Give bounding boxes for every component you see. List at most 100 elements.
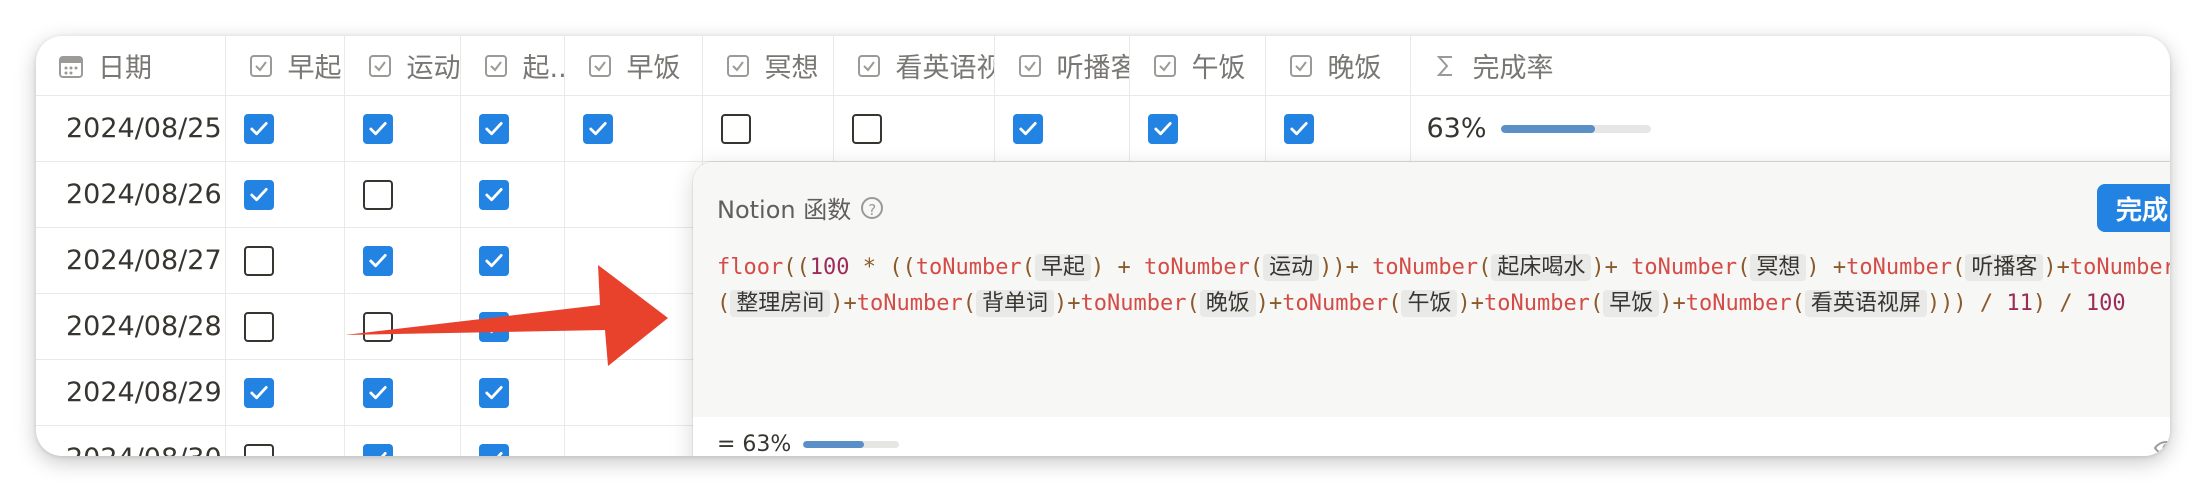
formula-token: ) + [1090,255,1144,280]
property-chip: 起床喝水 [1491,254,1592,281]
date-cell[interactable]: 2024/08/30 [36,425,226,456]
completion-progress-bar [1500,124,1651,133]
formula-token: ( [1388,291,1402,316]
formula-editor-area[interactable]: Notion 函数 ? 完成 floor((100 * ((toNumber(早… [693,162,2170,417]
column-header-5[interactable]: 冥想 [702,36,834,96]
checkbox-cell [225,425,345,456]
formula-token: * (( [849,255,916,280]
column-header-label: 看英语视屏 [895,53,994,84]
formula-token: toNumber [1846,255,1953,280]
checkbox-checked[interactable] [362,114,393,145]
property-chip: 午饭 [1401,290,1458,317]
checkbox-cell [833,95,995,162]
checkbox-unchecked[interactable] [362,180,393,211]
formula-token: ( [1791,291,1805,316]
column-header-label: 完成率 [1472,53,1554,84]
checkbox-cell [564,95,703,162]
checkbox-cell [344,293,461,360]
done-button[interactable]: 完成 [2097,184,2170,232]
checkbox-checked[interactable] [1283,114,1314,145]
date-cell[interactable]: 2024/08/26 [36,161,226,228]
checkbox-cell [344,227,461,294]
column-header-0[interactable]: 日期 [36,36,226,96]
column-header-7[interactable]: 听播客 [994,36,1130,96]
checkbox-checked[interactable] [478,246,509,277]
checkbox-checked[interactable] [478,312,509,343]
checkbox-checked[interactable] [362,444,393,456]
formula-token: toNumber [1080,291,1187,316]
property-chip: 背单词 [975,290,1054,317]
checkbox-cell [1265,95,1411,162]
formula-code[interactable]: floor((100 * ((toNumber(早起) + toNumber(运… [717,250,2170,322]
checkbox-cell [460,359,565,426]
date-cell[interactable]: 2024/08/29 [36,359,226,426]
formula-token: (( [783,255,810,280]
date-cell[interactable]: 2024/08/27 [36,227,226,294]
checkbox-cell [344,95,461,162]
checkbox-checked[interactable] [582,114,613,145]
checkbox-cell [564,227,703,294]
date-cell[interactable]: 2024/08/28 [36,293,226,360]
checkbox-cell [344,425,461,456]
panel-title-text: Notion 函数 [717,196,852,224]
eye-icon[interactable] [2153,438,2170,456]
column-header-8[interactable]: 午饭 [1129,36,1266,96]
property-chip: 早饭 [1603,290,1660,317]
checkbox-checked[interactable] [1147,114,1178,145]
checkbox-unchecked[interactable] [243,312,274,343]
property-chip: 看英语视屏 [1804,290,1927,317]
formula-token: toNumber [1143,255,1250,280]
column-header-6[interactable]: 看英语视屏 [833,36,995,96]
checkbox-cell [225,293,345,360]
checkbox-checked[interactable] [243,180,274,211]
checkbox-cell [225,95,345,162]
column-header-3[interactable]: 起... [460,36,565,96]
checkbox-checked[interactable] [243,114,274,145]
formula-token: ( [1186,291,1200,316]
checkbox-unchecked[interactable] [362,312,393,343]
formula-token: toNumber [1372,255,1479,280]
formula-token: ) / [2032,291,2086,316]
checkbox-unchecked[interactable] [720,114,751,145]
checkbox-cell [994,95,1130,162]
formula-token: ( [1021,255,1035,280]
formula-token: ))) / [1926,291,2007,316]
checkbox-checked[interactable] [1012,114,1043,145]
column-header-2[interactable]: 运动 [344,36,461,96]
checkbox-checked[interactable] [362,378,393,409]
column-header-4[interactable]: 早饭 [564,36,703,96]
help-icon[interactable]: ? [861,196,884,219]
formula-token: )+ [830,291,857,316]
result-value: = 63% [717,432,792,456]
formula-token: ( [962,291,976,316]
formula-token: )+ [1457,291,1484,316]
checkbox-unchecked[interactable] [243,246,274,277]
checkbox-cell [564,359,703,426]
checkbox-checked[interactable] [478,444,509,456]
formula-token: ( [717,291,731,316]
checkbox-icon [587,53,613,79]
column-header-1[interactable]: 早起 [225,36,345,96]
formula-token: toNumber [1282,291,1389,316]
checkbox-unchecked[interactable] [243,444,274,456]
checkbox-checked[interactable] [478,378,509,409]
checkbox-checked[interactable] [243,378,274,409]
column-header-label: 午饭 [1191,53,1246,84]
checkbox-unchecked[interactable] [851,114,882,145]
date-cell[interactable]: 2024/08/25 [36,95,226,162]
formula-token: toNumber [1685,291,1792,316]
checkbox-checked[interactable] [362,246,393,277]
formula-token: )+ [2043,255,2070,280]
checkbox-icon [248,53,274,79]
formula-token: )+ [1255,291,1283,316]
formula-editor-panel: Notion 函数 ? 完成 floor((100 * ((toNumber(早… [693,162,2170,456]
column-header-10[interactable]: 完成率 [1410,36,2170,96]
column-header-9[interactable]: 晚饭 [1265,36,1411,96]
formula-token: 11 [2006,291,2033,316]
checkbox-checked[interactable] [478,114,509,145]
checkbox-cell [225,359,345,426]
column-header-label: 晚饭 [1327,53,1382,84]
formula-token: )+ [1054,291,1081,316]
checkbox-checked[interactable] [478,180,509,211]
checkbox-icon [725,53,751,79]
